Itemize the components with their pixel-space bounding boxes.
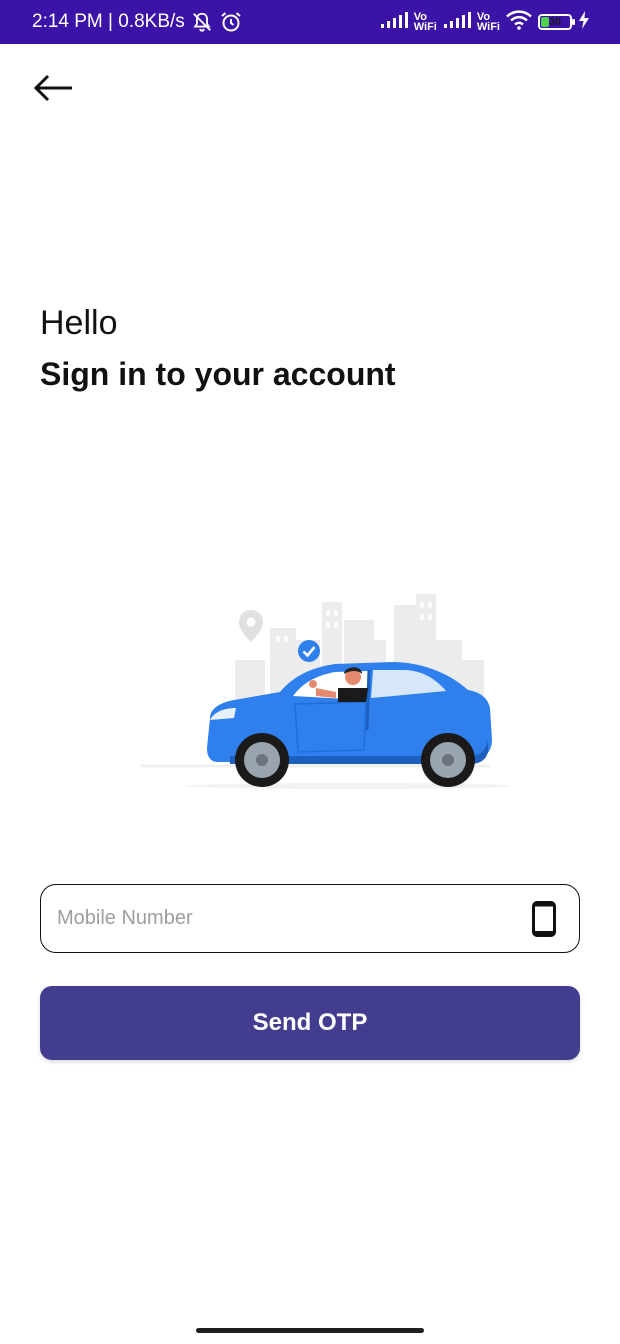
car-driver-illustration [130,580,515,800]
battery-icon: 30 [538,14,575,30]
greeting-text: Hello [40,304,118,342]
home-indicator[interactable] [196,1328,424,1333]
vowifi-1-label: Vo WiFi [413,12,437,33]
login-screen: 2:14 PM | 0.8KB/s Vo WiFi Vo WiFi 30 Hel… [0,0,620,1344]
charging-icon [578,10,590,34]
smartphone-icon [531,900,557,937]
vowifi-2-bottom: WiFi [476,21,500,33]
alarm-icon [219,10,243,34]
back-button[interactable] [30,68,76,108]
wifi-icon [506,9,532,35]
mobile-number-input[interactable] [41,884,531,953]
status-time-speed: 2:14 PM | 0.8KB/s [32,11,185,32]
battery-level: 30 [548,16,562,28]
signal-1-icon [380,11,408,34]
vowifi-2-label: Vo WiFi [476,12,500,33]
status-left: 2:14 PM | 0.8KB/s [32,0,243,44]
arrow-left-icon [33,74,72,102]
status-bar: 2:14 PM | 0.8KB/s Vo WiFi Vo WiFi 30 [0,0,620,44]
signal-2-icon [443,11,471,34]
notifications-muted-icon [191,11,213,33]
vowifi-1-bottom: WiFi [413,21,437,33]
send-otp-button[interactable]: Send OTP [40,986,580,1060]
mobile-number-field[interactable] [40,884,580,953]
status-right: Vo WiFi Vo WiFi 30 [380,0,590,44]
page-title: Sign in to your account [40,356,396,392]
location-pin-icon [239,610,263,642]
check-badge-icon [298,640,320,662]
